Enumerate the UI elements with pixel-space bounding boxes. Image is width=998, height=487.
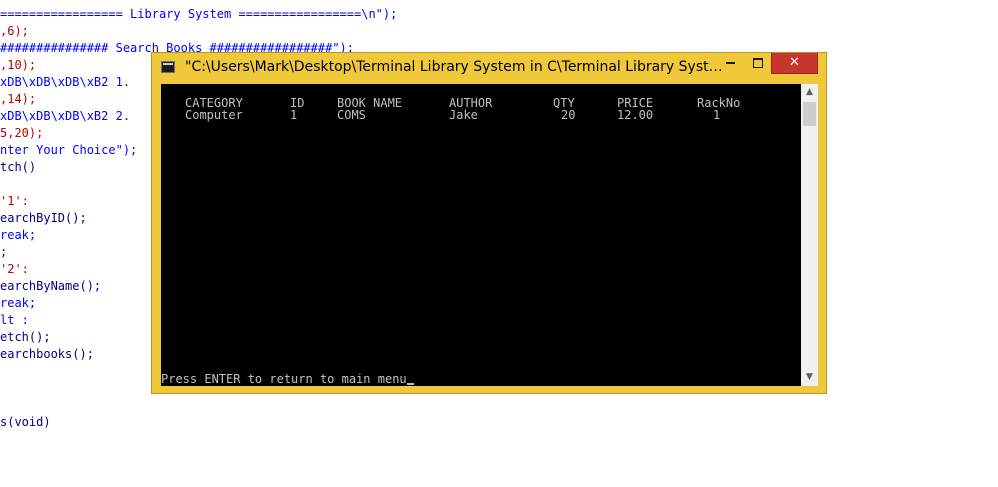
vertical-scrollbar[interactable]: ▲ ▼ (801, 84, 818, 386)
code-line: ; (0, 244, 7, 261)
code-line: etch(); (0, 329, 51, 346)
maximize-button[interactable] (744, 53, 771, 74)
code-token: earchByName(); (0, 279, 102, 293)
code-line: xDB\xDB\xDB\xB2 1. (0, 74, 130, 91)
minimize-icon (726, 61, 735, 64)
row-rackno: 1 (713, 108, 721, 122)
prompt-text: Press ENTER to return to main menu (161, 372, 407, 386)
code-token: ; (0, 245, 8, 259)
scroll-up-icon[interactable]: ▲ (801, 84, 818, 101)
close-icon: ✕ (789, 55, 800, 70)
code-line: 5,20); (0, 125, 43, 142)
code-token: nter Your Choice"); (0, 143, 138, 157)
code-token: lt : (0, 313, 29, 327)
code-line: s(void) (0, 414, 51, 431)
code-line: ,14); (0, 91, 36, 108)
code-line: '1': (0, 193, 29, 210)
code-token: ,6); (0, 24, 29, 38)
console-window[interactable]: "C:\Users\Mark\Desktop\Terminal Library … (151, 52, 827, 394)
console-output-area[interactable]: CATEGORY ID BOOK NAME AUTHOR QTY PRICE R… (161, 84, 818, 386)
code-token: 5,20); (0, 126, 44, 140)
console-app-icon (161, 61, 175, 73)
code-line: nter Your Choice"); (0, 142, 137, 159)
code-token: '1': (0, 194, 29, 208)
close-button[interactable]: ✕ (771, 53, 818, 74)
scroll-down-icon[interactable]: ▼ (801, 369, 818, 386)
title-bar[interactable]: "C:\Users\Mark\Desktop\Terminal Library … (152, 53, 826, 83)
code-line: ,6); (0, 23, 29, 40)
code-line: reak; (0, 295, 36, 312)
code-token: ,14); (0, 92, 37, 106)
code-line: xDB\xDB\xDB\xB2 2. (0, 108, 130, 125)
code-token: xDB\xDB\xDB\xB2 1. (0, 75, 131, 89)
code-token: etch(); (0, 330, 51, 344)
code-line: earchByID(); (0, 210, 87, 227)
window-title: "C:\Users\Mark\Desktop\Terminal Library … (185, 59, 725, 75)
row-author: Jake (449, 108, 478, 122)
scroll-thumb[interactable] (803, 102, 816, 126)
code-token: ================= Library System =======… (0, 7, 398, 21)
console-text: CATEGORY ID BOOK NAME AUTHOR QTY PRICE R… (161, 84, 801, 386)
maximize-icon (752, 57, 763, 68)
text-cursor (406, 383, 414, 385)
row-qty: 20 (561, 108, 576, 122)
code-line: earchByName(); (0, 278, 101, 295)
return-prompt: Press ENTER to return to main menu (161, 373, 414, 386)
code-token: '2': (0, 262, 29, 276)
code-token: earchbooks(); (0, 347, 94, 361)
code-line: earchbooks(); (0, 346, 94, 363)
code-line: ================= Library System =======… (0, 6, 397, 23)
code-token: earchByID(); (0, 211, 87, 225)
code-token: xDB\xDB\xDB\xB2 2. (0, 109, 131, 123)
minimize-button[interactable] (717, 53, 744, 74)
row-category: Computer (185, 108, 243, 122)
row-id: 1 (290, 108, 298, 122)
row-book-name: COMS (337, 108, 366, 122)
code-token: tch() (0, 160, 37, 174)
code-line: reak; (0, 227, 36, 244)
code-token: ,10); (0, 58, 37, 72)
code-token: reak; (0, 228, 37, 242)
code-token: s(void) (0, 415, 51, 429)
code-line: '2': (0, 261, 29, 278)
code-line: tch() (0, 159, 36, 176)
code-line: ,10); (0, 57, 36, 74)
code-line: lt : (0, 312, 29, 329)
row-price: 12.00 (617, 108, 654, 122)
code-token: reak; (0, 296, 37, 310)
